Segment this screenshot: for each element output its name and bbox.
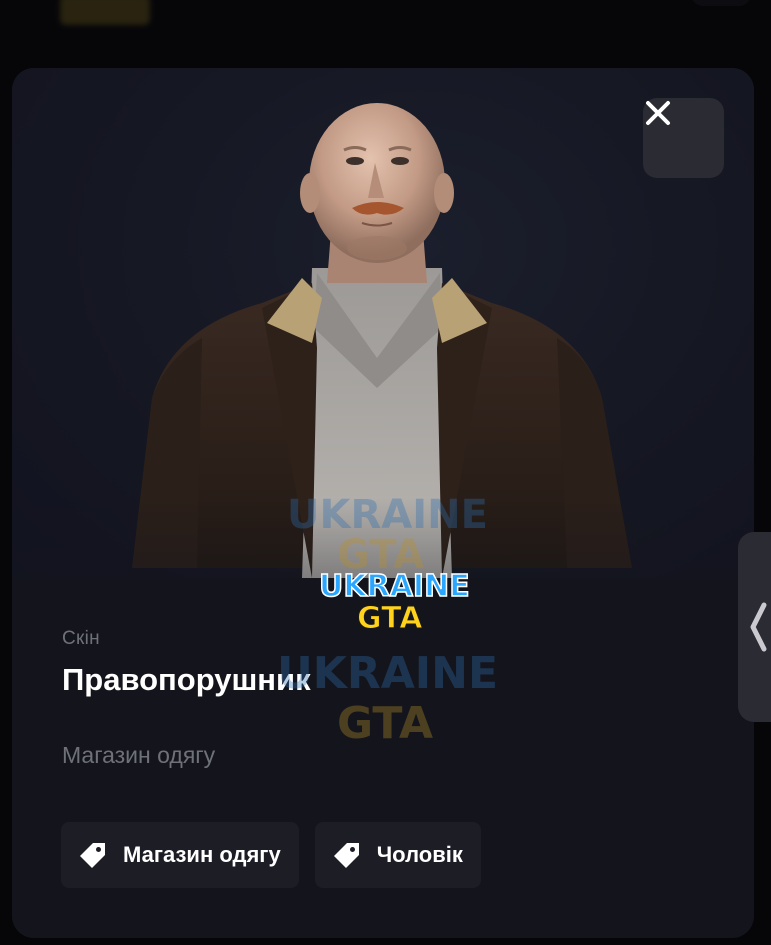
chevron-left-icon [750, 602, 767, 652]
skin-details-modal: Скін Правопорушник Магазин одягу Магазин… [12, 68, 754, 938]
tag-gender[interactable]: Чоловік [314, 822, 481, 888]
close-button[interactable] [643, 98, 724, 178]
item-category: Скін [62, 628, 100, 649]
tag-list: Магазин одягу Чоловік [61, 822, 481, 888]
skin-info: Скін Правопорушник Магазин одягу Магазин… [12, 578, 754, 938]
skin-preview [12, 68, 754, 578]
background-control [691, 0, 751, 6]
tag-icon [333, 843, 359, 868]
close-icon [646, 101, 670, 125]
side-panel-toggle[interactable] [738, 532, 771, 722]
tag-label: Магазин одягу [123, 842, 281, 867]
tag-shop[interactable]: Магазин одягу [61, 822, 299, 888]
tag-label: Чоловік [376, 842, 463, 867]
item-name: Правопорушник [62, 662, 311, 697]
page: Скін Правопорушник Магазин одягу Магазин… [0, 0, 771, 945]
item-source: Магазин одягу [62, 742, 216, 768]
tag-icon [80, 843, 105, 868]
background-logo [60, 0, 150, 25]
preview-fade [12, 498, 754, 578]
